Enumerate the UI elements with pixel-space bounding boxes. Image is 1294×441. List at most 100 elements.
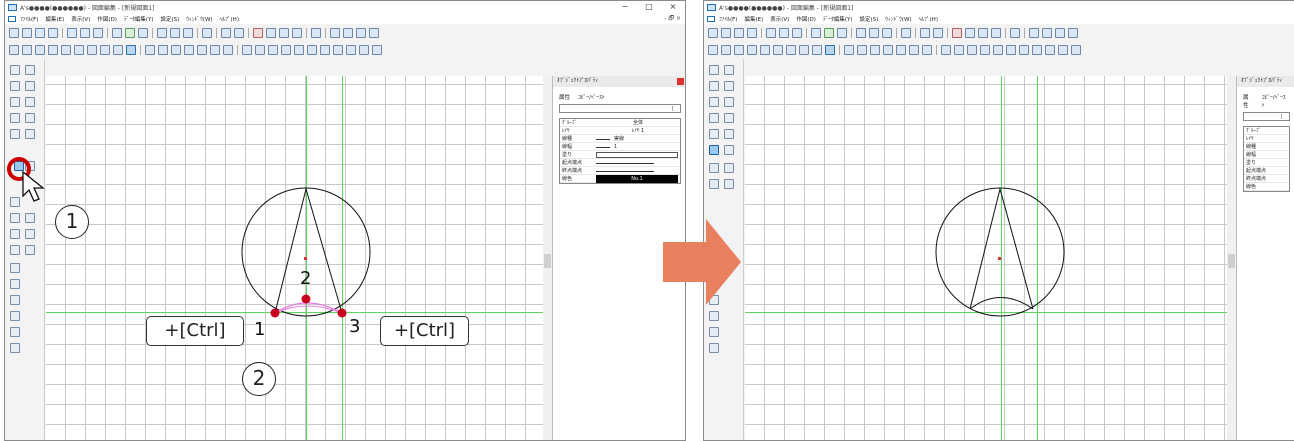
save-icon[interactable] xyxy=(67,28,77,38)
undo-icon[interactable] xyxy=(221,28,231,38)
menu-settings[interactable]: 設定(S) xyxy=(161,15,180,23)
mdi-controls[interactable]: - 🗗 × xyxy=(664,14,681,24)
save-as-icon[interactable] xyxy=(80,28,90,38)
drawing-canvas-after[interactable] xyxy=(745,76,1241,440)
copy-doc-icon[interactable] xyxy=(734,28,744,38)
view-cross-icon[interactable] xyxy=(747,45,757,55)
copy-icon[interactable] xyxy=(279,28,289,38)
property-row-start[interactable]: 起点端点 xyxy=(1244,167,1289,175)
obj-5-icon[interactable] xyxy=(993,45,1003,55)
vertical-scrollbar[interactable] xyxy=(1227,76,1236,440)
view-frame-icon[interactable] xyxy=(61,45,71,55)
offset-line-icon[interactable] xyxy=(10,81,20,91)
panel-close-icon[interactable] xyxy=(677,78,684,85)
view-rect-icon[interactable] xyxy=(100,45,110,55)
polyline-icon[interactable] xyxy=(724,65,734,75)
grid-table-icon[interactable] xyxy=(709,311,719,321)
obj-11-icon[interactable] xyxy=(372,45,382,55)
snap-end-icon[interactable] xyxy=(870,45,880,55)
view-cross-icon[interactable] xyxy=(48,45,58,55)
obj-4-icon[interactable] xyxy=(980,45,990,55)
menu-data-edit[interactable]: ﾃﾞｰﾀ編集(Y) xyxy=(124,15,154,23)
print-preview-icon[interactable] xyxy=(170,28,180,38)
image-icon[interactable] xyxy=(709,343,719,353)
obj-7-icon[interactable] xyxy=(320,45,330,55)
cross-icon[interactable] xyxy=(724,113,734,123)
new-icon[interactable] xyxy=(9,28,19,38)
zoom-window-icon[interactable] xyxy=(356,28,366,38)
offset-line-icon[interactable] xyxy=(709,81,719,91)
tab-attributes[interactable]: 属性 xyxy=(1243,93,1254,109)
part-icon[interactable] xyxy=(709,327,719,337)
paste-icon[interactable] xyxy=(991,28,1001,38)
zoom-in-icon[interactable] xyxy=(1029,28,1039,38)
sheet-icon[interactable] xyxy=(837,28,847,38)
cut-icon[interactable] xyxy=(266,28,276,38)
obj-7-icon[interactable] xyxy=(1019,45,1029,55)
object-select-dropdown[interactable] xyxy=(559,104,681,113)
text-edit-icon[interactable] xyxy=(25,229,35,239)
property-row-end[interactable]: 終点端点 xyxy=(1244,175,1289,183)
measure-icon[interactable] xyxy=(1010,28,1020,38)
view-grid-icon[interactable] xyxy=(734,45,744,55)
snap-icon[interactable] xyxy=(857,45,867,55)
open-icon[interactable] xyxy=(721,28,731,38)
part-icon[interactable] xyxy=(10,327,20,337)
view-frame-icon[interactable] xyxy=(760,45,770,55)
obj-3-icon[interactable] xyxy=(967,45,977,55)
view-layer-icon[interactable] xyxy=(113,45,123,55)
minimize-button[interactable]: − xyxy=(613,1,637,13)
polyline-icon[interactable] xyxy=(25,65,35,75)
select-icon[interactable] xyxy=(844,45,854,55)
property-row-group[interactable]: ｸﾞﾙｰﾌﾟ 全体 xyxy=(560,119,680,127)
corner-line-icon[interactable] xyxy=(25,81,35,91)
snap-grid-icon[interactable] xyxy=(922,45,932,55)
vertical-scrollbar[interactable] xyxy=(543,76,552,440)
property-row-linetype[interactable]: 線種 実線 xyxy=(560,135,680,143)
copy-icon[interactable] xyxy=(978,28,988,38)
menu-window[interactable]: ｳｨﾝﾄﾞｳ(W) xyxy=(186,15,212,23)
copy-shape-icon[interactable] xyxy=(724,163,734,173)
grid-table-icon[interactable] xyxy=(10,311,20,321)
export-icon[interactable] xyxy=(792,28,802,38)
menu-edit[interactable]: 編集(E) xyxy=(45,15,64,23)
menu-view[interactable]: 表示(V) xyxy=(71,15,90,23)
print-setup-icon[interactable] xyxy=(183,28,193,38)
menu-file[interactable]: ﾌｧｲﾙ(F) xyxy=(719,15,737,23)
obj-4-icon[interactable] xyxy=(281,45,291,55)
ellipse-icon[interactable] xyxy=(10,263,20,273)
drawing-canvas-before[interactable] xyxy=(46,76,543,440)
paste-icon[interactable] xyxy=(292,28,302,38)
zoom-in-icon[interactable] xyxy=(330,28,340,38)
split-icon[interactable] xyxy=(25,161,35,171)
hatch-icon[interactable] xyxy=(10,279,20,289)
property-row-layer[interactable]: ﾚｲﾔ ﾚｲﾔ 1 xyxy=(560,127,680,135)
template-icon[interactable] xyxy=(48,28,58,38)
import-icon[interactable] xyxy=(811,28,821,38)
obj-1-icon[interactable] xyxy=(242,45,252,55)
save-icon[interactable] xyxy=(766,28,776,38)
new-icon[interactable] xyxy=(708,28,718,38)
property-row-color[interactable]: 線色 xyxy=(1244,183,1289,191)
axis-icon[interactable] xyxy=(724,129,734,139)
property-row-fill[interactable]: 塗り xyxy=(1244,159,1289,167)
snap-cross-icon[interactable] xyxy=(197,45,207,55)
obj-5-icon[interactable] xyxy=(294,45,304,55)
snap-grid-icon[interactable] xyxy=(223,45,233,55)
menu-draw[interactable]: 作図(D) xyxy=(796,15,816,23)
view-center-icon[interactable] xyxy=(773,45,783,55)
sheet-icon[interactable] xyxy=(138,28,148,38)
menu-view[interactable]: 表示(V) xyxy=(770,15,789,23)
view-fit-icon[interactable] xyxy=(708,45,718,55)
property-row-linetype[interactable]: 線種 xyxy=(1244,143,1289,151)
scroll-thumb[interactable] xyxy=(544,254,551,268)
view-prev-icon[interactable] xyxy=(22,45,32,55)
object-select-dropdown[interactable] xyxy=(1243,112,1290,121)
copy-shape-icon[interactable] xyxy=(25,213,35,223)
line-icon[interactable] xyxy=(709,65,719,75)
obj-6-icon[interactable] xyxy=(307,45,317,55)
corner-line-icon[interactable] xyxy=(724,81,734,91)
arc-icon[interactable] xyxy=(14,161,24,171)
snap-mid-icon[interactable] xyxy=(883,45,893,55)
property-row-linewidth[interactable]: 線幅 1 xyxy=(560,143,680,151)
